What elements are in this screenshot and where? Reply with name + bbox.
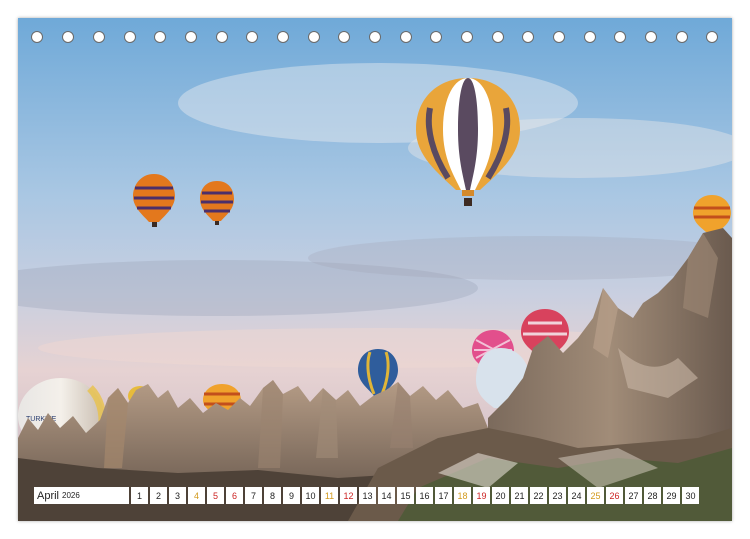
day-cell: 17: [435, 487, 452, 504]
binding-hole: [185, 31, 197, 43]
binding-hole: [369, 31, 381, 43]
day-cell: 27: [625, 487, 642, 504]
day-cell: 19: [473, 487, 490, 504]
binding-hole: [676, 31, 688, 43]
day-cell: 30: [682, 487, 699, 504]
day-cell: 11: [321, 487, 338, 504]
day-cell: 23: [549, 487, 566, 504]
day-cell: 4: [188, 487, 205, 504]
day-cell: 2: [150, 487, 167, 504]
day-cell: 7: [245, 487, 262, 504]
hot-air-balloons-photo: TURKIYE: [18, 18, 732, 521]
day-cell: 6: [226, 487, 243, 504]
day-cell: 14: [378, 487, 395, 504]
day-cell: 12: [340, 487, 357, 504]
binding-hole: [584, 31, 596, 43]
binding-hole: [492, 31, 504, 43]
binding-hole: [216, 31, 228, 43]
binding-hole: [706, 31, 718, 43]
binding-hole: [31, 31, 43, 43]
binding-hole: [93, 31, 105, 43]
binding-holes: [18, 31, 732, 47]
day-cell: 15: [397, 487, 414, 504]
binding-hole: [124, 31, 136, 43]
binding-hole: [522, 31, 534, 43]
binding-hole: [338, 31, 350, 43]
day-cell: 10: [302, 487, 319, 504]
binding-hole: [430, 31, 442, 43]
binding-hole: [614, 31, 626, 43]
day-cell: 20: [492, 487, 509, 504]
binding-hole: [400, 31, 412, 43]
binding-hole: [461, 31, 473, 43]
month-year: 2026: [62, 491, 80, 500]
day-cell: 29: [663, 487, 680, 504]
binding-hole: [277, 31, 289, 43]
month-name: April: [37, 489, 60, 502]
day-cell: 28: [644, 487, 661, 504]
day-cell: 18: [454, 487, 471, 504]
day-cell: 13: [359, 487, 376, 504]
day-cell: 16: [416, 487, 433, 504]
month-label: April 2026: [34, 487, 129, 504]
day-cell: 9: [283, 487, 300, 504]
day-cell: 21: [511, 487, 528, 504]
binding-hole: [154, 31, 166, 43]
calendar-strip: April 2026 1 2 3 4 5 6 7 8 9 10 11 12 13 14 15 16 17 18 19…: [34, 487, 699, 504]
day-cells: 1 2 3 4 5 6 7 8 9 10 11 12 13 14 15 16 17 18 19 20 21 22 23 24 2…: [131, 487, 699, 504]
day-cell: 8: [264, 487, 281, 504]
day-cell: 24: [568, 487, 585, 504]
binding-hole: [246, 31, 258, 43]
day-cell: 3: [169, 487, 186, 504]
calendar-page: TURKIYE April 2026 1 2 3 4 5 6 7 8 9 10 …: [18, 18, 732, 521]
day-cell: 22: [530, 487, 547, 504]
binding-hole: [553, 31, 565, 43]
day-cell: 5: [207, 487, 224, 504]
binding-hole: [62, 31, 74, 43]
day-cell: 25: [587, 487, 604, 504]
binding-hole: [645, 31, 657, 43]
binding-hole: [308, 31, 320, 43]
day-cell: 26: [606, 487, 623, 504]
day-cell: 1: [131, 487, 148, 504]
